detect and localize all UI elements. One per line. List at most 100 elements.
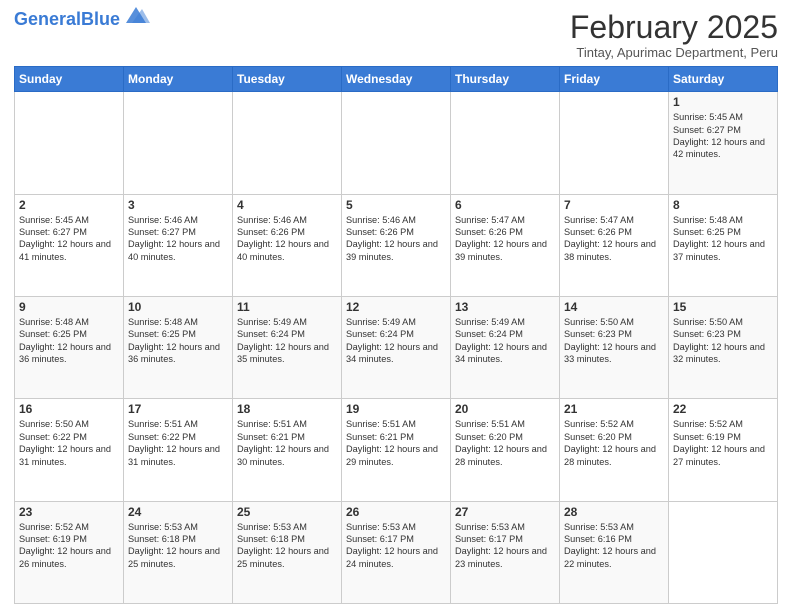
logo-icon	[122, 5, 150, 25]
day-number: 3	[128, 198, 228, 212]
day-number: 22	[673, 402, 773, 416]
day-info: Sunrise: 5:48 AM Sunset: 6:25 PM Dayligh…	[128, 316, 228, 366]
day-number: 6	[455, 198, 555, 212]
calendar-cell: 26 Sunrise: 5:53 AM Sunset: 6:17 PM Dayli…	[342, 501, 451, 603]
location-title: Tintay, Apurimac Department, Peru	[570, 45, 778, 60]
calendar-header: SundayMondayTuesdayWednesdayThursdayFrid…	[15, 67, 778, 92]
calendar-cell	[451, 92, 560, 194]
day-number: 20	[455, 402, 555, 416]
calendar-body: 1 Sunrise: 5:45 AM Sunset: 6:27 PM Daylig…	[15, 92, 778, 604]
day-number: 11	[237, 300, 337, 314]
day-info: Sunrise: 5:52 AM Sunset: 6:20 PM Dayligh…	[564, 418, 664, 468]
day-number: 26	[346, 505, 446, 519]
calendar-cell: 6 Sunrise: 5:47 AM Sunset: 6:26 PM Daylig…	[451, 194, 560, 296]
day-info: Sunrise: 5:47 AM Sunset: 6:26 PM Dayligh…	[564, 214, 664, 264]
day-info: Sunrise: 5:46 AM Sunset: 6:27 PM Dayligh…	[128, 214, 228, 264]
day-info: Sunrise: 5:51 AM Sunset: 6:20 PM Dayligh…	[455, 418, 555, 468]
calendar-cell: 20 Sunrise: 5:51 AM Sunset: 6:20 PM Dayli…	[451, 399, 560, 501]
calendar-cell: 23 Sunrise: 5:52 AM Sunset: 6:19 PM Dayli…	[15, 501, 124, 603]
weekday-thursday: Thursday	[451, 67, 560, 92]
calendar-cell: 27 Sunrise: 5:53 AM Sunset: 6:17 PM Dayli…	[451, 501, 560, 603]
weekday-saturday: Saturday	[669, 67, 778, 92]
day-info: Sunrise: 5:48 AM Sunset: 6:25 PM Dayligh…	[19, 316, 119, 366]
day-info: Sunrise: 5:48 AM Sunset: 6:25 PM Dayligh…	[673, 214, 773, 264]
calendar-cell: 28Sunrise: 5:53 AM Sunset: 6:16 PM Dayli…	[560, 501, 669, 603]
day-number: 27	[455, 505, 555, 519]
day-number: 13	[455, 300, 555, 314]
week-row-1: 2 Sunrise: 5:45 AM Sunset: 6:27 PM Daylig…	[15, 194, 778, 296]
calendar-cell: 18 Sunrise: 5:51 AM Sunset: 6:21 PM Dayli…	[233, 399, 342, 501]
month-title: February 2025	[570, 10, 778, 45]
calendar-cell	[15, 92, 124, 194]
calendar-cell: 11 Sunrise: 5:49 AM Sunset: 6:24 PM Dayli…	[233, 296, 342, 398]
title-block: February 2025 Tintay, Apurimac Departmen…	[570, 10, 778, 60]
weekday-tuesday: Tuesday	[233, 67, 342, 92]
calendar-cell	[233, 92, 342, 194]
week-row-2: 9 Sunrise: 5:48 AM Sunset: 6:25 PM Daylig…	[15, 296, 778, 398]
header: GeneralBlue February 2025 Tintay, Apurim…	[14, 10, 778, 60]
calendar-cell: 7 Sunrise: 5:47 AM Sunset: 6:26 PM Daylig…	[560, 194, 669, 296]
day-number: 10	[128, 300, 228, 314]
calendar-cell	[669, 501, 778, 603]
logo-general: General	[14, 9, 81, 29]
day-info: Sunrise: 5:49 AM Sunset: 6:24 PM Dayligh…	[455, 316, 555, 366]
day-number: 14	[564, 300, 664, 314]
day-number: 8	[673, 198, 773, 212]
day-number: 19	[346, 402, 446, 416]
weekday-sunday: Sunday	[15, 67, 124, 92]
day-info: Sunrise: 5:52 AM Sunset: 6:19 PM Dayligh…	[673, 418, 773, 468]
day-info: Sunrise: 5:53 AM Sunset: 6:16 PM Dayligh…	[564, 521, 664, 571]
day-info: Sunrise: 5:46 AM Sunset: 6:26 PM Dayligh…	[346, 214, 446, 264]
calendar-cell: 16Sunrise: 5:50 AM Sunset: 6:22 PM Dayli…	[15, 399, 124, 501]
calendar-cell: 4Sunrise: 5:46 AM Sunset: 6:26 PM Daylig…	[233, 194, 342, 296]
calendar-cell: 13 Sunrise: 5:49 AM Sunset: 6:24 PM Dayli…	[451, 296, 560, 398]
calendar-cell: 22 Sunrise: 5:52 AM Sunset: 6:19 PM Dayli…	[669, 399, 778, 501]
day-info: Sunrise: 5:53 AM Sunset: 6:17 PM Dayligh…	[346, 521, 446, 571]
weekday-friday: Friday	[560, 67, 669, 92]
logo: GeneralBlue	[14, 10, 150, 28]
day-number: 21	[564, 402, 664, 416]
day-info: Sunrise: 5:49 AM Sunset: 6:24 PM Dayligh…	[346, 316, 446, 366]
weekday-row: SundayMondayTuesdayWednesdayThursdayFrid…	[15, 67, 778, 92]
day-number: 23	[19, 505, 119, 519]
day-info: Sunrise: 5:53 AM Sunset: 6:18 PM Dayligh…	[128, 521, 228, 571]
day-info: Sunrise: 5:51 AM Sunset: 6:22 PM Dayligh…	[128, 418, 228, 468]
calendar-cell: 19Sunrise: 5:51 AM Sunset: 6:21 PM Dayli…	[342, 399, 451, 501]
calendar-cell	[560, 92, 669, 194]
calendar-cell: 8 Sunrise: 5:48 AM Sunset: 6:25 PM Daylig…	[669, 194, 778, 296]
week-row-4: 23 Sunrise: 5:52 AM Sunset: 6:19 PM Dayli…	[15, 501, 778, 603]
day-info: Sunrise: 5:51 AM Sunset: 6:21 PM Dayligh…	[237, 418, 337, 468]
calendar-cell: 12Sunrise: 5:49 AM Sunset: 6:24 PM Dayli…	[342, 296, 451, 398]
logo-text: GeneralBlue	[14, 10, 120, 28]
calendar-cell: 10 Sunrise: 5:48 AM Sunset: 6:25 PM Dayli…	[124, 296, 233, 398]
day-number: 24	[128, 505, 228, 519]
weekday-monday: Monday	[124, 67, 233, 92]
day-number: 18	[237, 402, 337, 416]
calendar-cell: 3 Sunrise: 5:46 AM Sunset: 6:27 PM Daylig…	[124, 194, 233, 296]
day-info: Sunrise: 5:53 AM Sunset: 6:18 PM Dayligh…	[237, 521, 337, 571]
day-info: Sunrise: 5:52 AM Sunset: 6:19 PM Dayligh…	[19, 521, 119, 571]
day-info: Sunrise: 5:53 AM Sunset: 6:17 PM Dayligh…	[455, 521, 555, 571]
day-info: Sunrise: 5:49 AM Sunset: 6:24 PM Dayligh…	[237, 316, 337, 366]
day-info: Sunrise: 5:45 AM Sunset: 6:27 PM Dayligh…	[19, 214, 119, 264]
calendar-cell: 5 Sunrise: 5:46 AM Sunset: 6:26 PM Daylig…	[342, 194, 451, 296]
day-info: Sunrise: 5:45 AM Sunset: 6:27 PM Dayligh…	[673, 111, 773, 161]
day-number: 5	[346, 198, 446, 212]
calendar-cell: 14 Sunrise: 5:50 AM Sunset: 6:23 PM Dayli…	[560, 296, 669, 398]
day-info: Sunrise: 5:50 AM Sunset: 6:23 PM Dayligh…	[564, 316, 664, 366]
day-number: 16	[19, 402, 119, 416]
calendar-cell: 17Sunrise: 5:51 AM Sunset: 6:22 PM Dayli…	[124, 399, 233, 501]
day-info: Sunrise: 5:47 AM Sunset: 6:26 PM Dayligh…	[455, 214, 555, 264]
day-info: Sunrise: 5:46 AM Sunset: 6:26 PM Dayligh…	[237, 214, 337, 264]
day-number: 2	[19, 198, 119, 212]
calendar-cell: 9 Sunrise: 5:48 AM Sunset: 6:25 PM Daylig…	[15, 296, 124, 398]
calendar: SundayMondayTuesdayWednesdayThursdayFrid…	[14, 66, 778, 604]
day-number: 7	[564, 198, 664, 212]
calendar-cell: 1 Sunrise: 5:45 AM Sunset: 6:27 PM Daylig…	[669, 92, 778, 194]
calendar-cell: 21 Sunrise: 5:52 AM Sunset: 6:20 PM Dayli…	[560, 399, 669, 501]
week-row-0: 1 Sunrise: 5:45 AM Sunset: 6:27 PM Daylig…	[15, 92, 778, 194]
day-number: 9	[19, 300, 119, 314]
logo-blue: Blue	[81, 9, 120, 29]
page: GeneralBlue February 2025 Tintay, Apurim…	[0, 0, 792, 612]
day-number: 1	[673, 95, 773, 109]
